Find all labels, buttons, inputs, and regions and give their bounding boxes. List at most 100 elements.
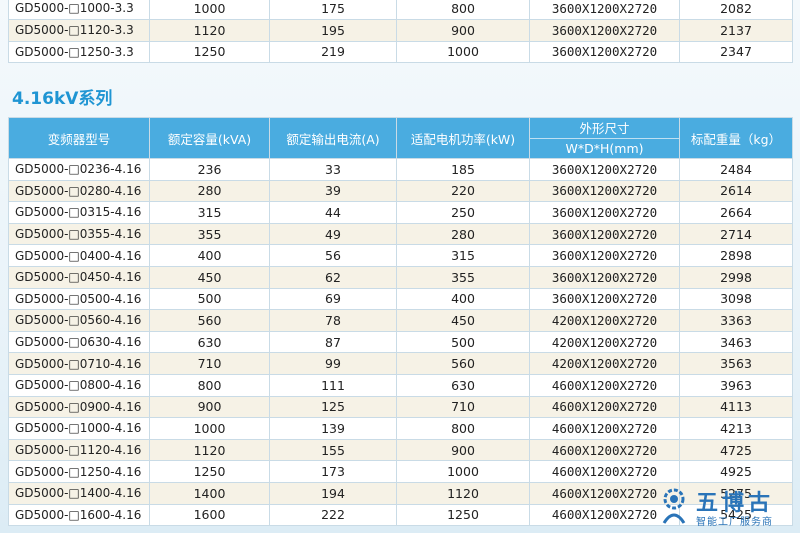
cell-capacity: 355	[149, 222, 270, 246]
header-capacity: 额定容量(kVA)	[149, 117, 270, 159]
cell-dimensions: 3600X1200X2720	[529, 244, 680, 267]
cell-model: GD5000-□1400-4.16	[8, 481, 150, 505]
cell-capacity: 1600	[149, 503, 270, 527]
table-row: GD5000-□0900-4.16 900 125 710 4600X1200X2720…	[8, 395, 793, 419]
cell-dimensions: 4200X1200X2720	[529, 330, 680, 354]
table-row: GD5000-□0800-4.16 800 111 630 4600X1200X2720…	[8, 373, 793, 397]
cell-weight: 3463	[679, 330, 793, 354]
table-row: GD5000-□0710-4.16 710 99 560 4200X1200X2720 3…	[8, 352, 793, 375]
cell-current: 99	[269, 352, 397, 375]
section-title: 4.16kV系列	[12, 89, 113, 109]
cell-current: 87	[269, 330, 397, 354]
table-row: GD5000-□0315-4.16 315 44 250 3600X1200X2720 2…	[8, 201, 793, 224]
table-row: GD5000-□1000-4.16 1000 139 800 4600X1200X272…	[8, 417, 793, 440]
cell-dimensions: 3600X1200X2720	[529, 18, 680, 42]
cell-dimensions: 4600X1200X2720	[529, 460, 680, 483]
cell-capacity: 560	[149, 309, 270, 332]
cell-capacity: 1250	[149, 460, 270, 483]
spec-table-4-16kv: 变频器型号 额定容量(kVA) 额定输出电流(A) 适配电机功率(kW) 外形尺…	[8, 117, 793, 527]
cell-model: GD5000-□1120-4.16	[8, 438, 150, 462]
header-model: 变频器型号	[8, 117, 150, 159]
table-row: GD5000-□1250-4.16 1250 173 1000 4600X1200X27…	[8, 460, 793, 483]
cell-capacity: 1120	[149, 438, 270, 462]
cell-dimensions: 3600X1200X2720	[529, 179, 680, 203]
top-table-row: GD5000-□1250-3.3 1250 219 1000 3600X1200X272…	[8, 40, 793, 64]
cell-current: 173	[269, 460, 397, 483]
cell-capacity: 800	[149, 373, 270, 397]
cell-motor-power: 1000	[396, 460, 530, 483]
cell-weight: 3363	[679, 309, 793, 332]
cell-model: GD5000-□0236-4.16	[8, 158, 150, 181]
cell-model: GD5000-□0800-4.16	[8, 373, 150, 397]
top-table-row: GD5000-□1120-3.3 1120 195 900 3600X1200X2720…	[8, 18, 793, 42]
cell-weight: 3563	[679, 352, 793, 375]
cell-model: GD5000-□0560-4.16	[8, 309, 150, 332]
cell-model: GD5000-□0710-4.16	[8, 352, 150, 375]
spec-table-body: GD5000-□0236-4.16 236 33 185 3600X1200X2720 2…	[8, 158, 793, 527]
spec-sheet: GD5000-□1000-3.3 1000 175 800 3600X1200X2720…	[0, 0, 800, 533]
cell-capacity: 315	[149, 201, 270, 224]
cell-current: 195	[269, 18, 397, 42]
cell-model: GD5000-□1250-3.3	[8, 40, 150, 64]
cell-motor-power: 1250	[396, 503, 530, 527]
table-row: GD5000-□0630-4.16 630 87 500 4200X1200X2720 3…	[8, 330, 793, 354]
cell-dimensions: 4200X1200X2720	[529, 352, 680, 375]
cell-motor-power: 220	[396, 179, 530, 203]
cell-model: GD5000-□0450-4.16	[8, 265, 150, 289]
cell-weight: 3963	[679, 373, 793, 397]
cell-weight: 2137	[679, 18, 793, 42]
cell-current: 33	[269, 158, 397, 181]
cell-current: 175	[269, 0, 397, 20]
cell-current: 56	[269, 244, 397, 267]
cell-capacity: 900	[149, 395, 270, 419]
cell-current: 111	[269, 373, 397, 397]
cell-motor-power: 710	[396, 395, 530, 419]
cell-motor-power: 355	[396, 265, 530, 289]
cell-motor-power: 1000	[396, 40, 530, 64]
cell-current: 194	[269, 481, 397, 505]
cell-model: GD5000-□0630-4.16	[8, 330, 150, 354]
cell-model: GD5000-□0315-4.16	[8, 201, 150, 224]
table-row: GD5000-□0400-4.16 400 56 315 3600X1200X2720 2…	[8, 244, 793, 267]
gear-person-logo-icon	[662, 488, 686, 524]
cell-motor-power: 400	[396, 287, 530, 311]
cell-motor-power: 630	[396, 373, 530, 397]
cell-capacity: 450	[149, 265, 270, 289]
cell-current: 139	[269, 417, 397, 440]
cell-dimensions: 3600X1200X2720	[529, 40, 680, 64]
cell-current: 78	[269, 309, 397, 332]
cell-dimensions: 4600X1200X2720	[529, 395, 680, 419]
cell-current: 222	[269, 503, 397, 527]
cell-dimensions: 4600X1200X2720	[529, 438, 680, 462]
cell-weight: 4213	[679, 417, 793, 440]
cell-motor-power: 800	[396, 417, 530, 440]
cell-model: GD5000-□1120-3.3	[8, 18, 150, 42]
cell-dimensions: 4600X1200X2720	[529, 373, 680, 397]
cell-weight: 2714	[679, 222, 793, 246]
cell-dimensions: 4200X1200X2720	[529, 309, 680, 332]
cell-dimensions: 3600X1200X2720	[529, 222, 680, 246]
cell-motor-power: 185	[396, 158, 530, 181]
cell-weight: 2347	[679, 40, 793, 64]
cell-weight: 4113	[679, 395, 793, 419]
cell-current: 62	[269, 265, 397, 289]
table-header: 变频器型号 额定容量(kVA) 额定输出电流(A) 适配电机功率(kW) 外形尺…	[8, 117, 793, 159]
cell-dimensions: 3600X1200X2720	[529, 0, 680, 20]
cell-current: 44	[269, 201, 397, 224]
cell-weight: 3098	[679, 287, 793, 311]
cell-model: GD5000-□0280-4.16	[8, 179, 150, 203]
watermark-logo: 五博古 智能工厂服务商	[656, 483, 796, 529]
cell-motor-power: 250	[396, 201, 530, 224]
cell-current: 155	[269, 438, 397, 462]
cell-motor-power: 800	[396, 0, 530, 20]
cell-motor-power: 1120	[396, 481, 530, 505]
cell-capacity: 710	[149, 352, 270, 375]
cell-current: 69	[269, 287, 397, 311]
cell-weight: 2998	[679, 265, 793, 289]
cell-current: 49	[269, 222, 397, 246]
cell-model: GD5000-□0400-4.16	[8, 244, 150, 267]
cell-model: GD5000-□0900-4.16	[8, 395, 150, 419]
cell-model: GD5000-□0355-4.16	[8, 222, 150, 246]
watermark-tagline: 智能工厂服务商	[696, 517, 773, 528]
cell-current: 39	[269, 179, 397, 203]
